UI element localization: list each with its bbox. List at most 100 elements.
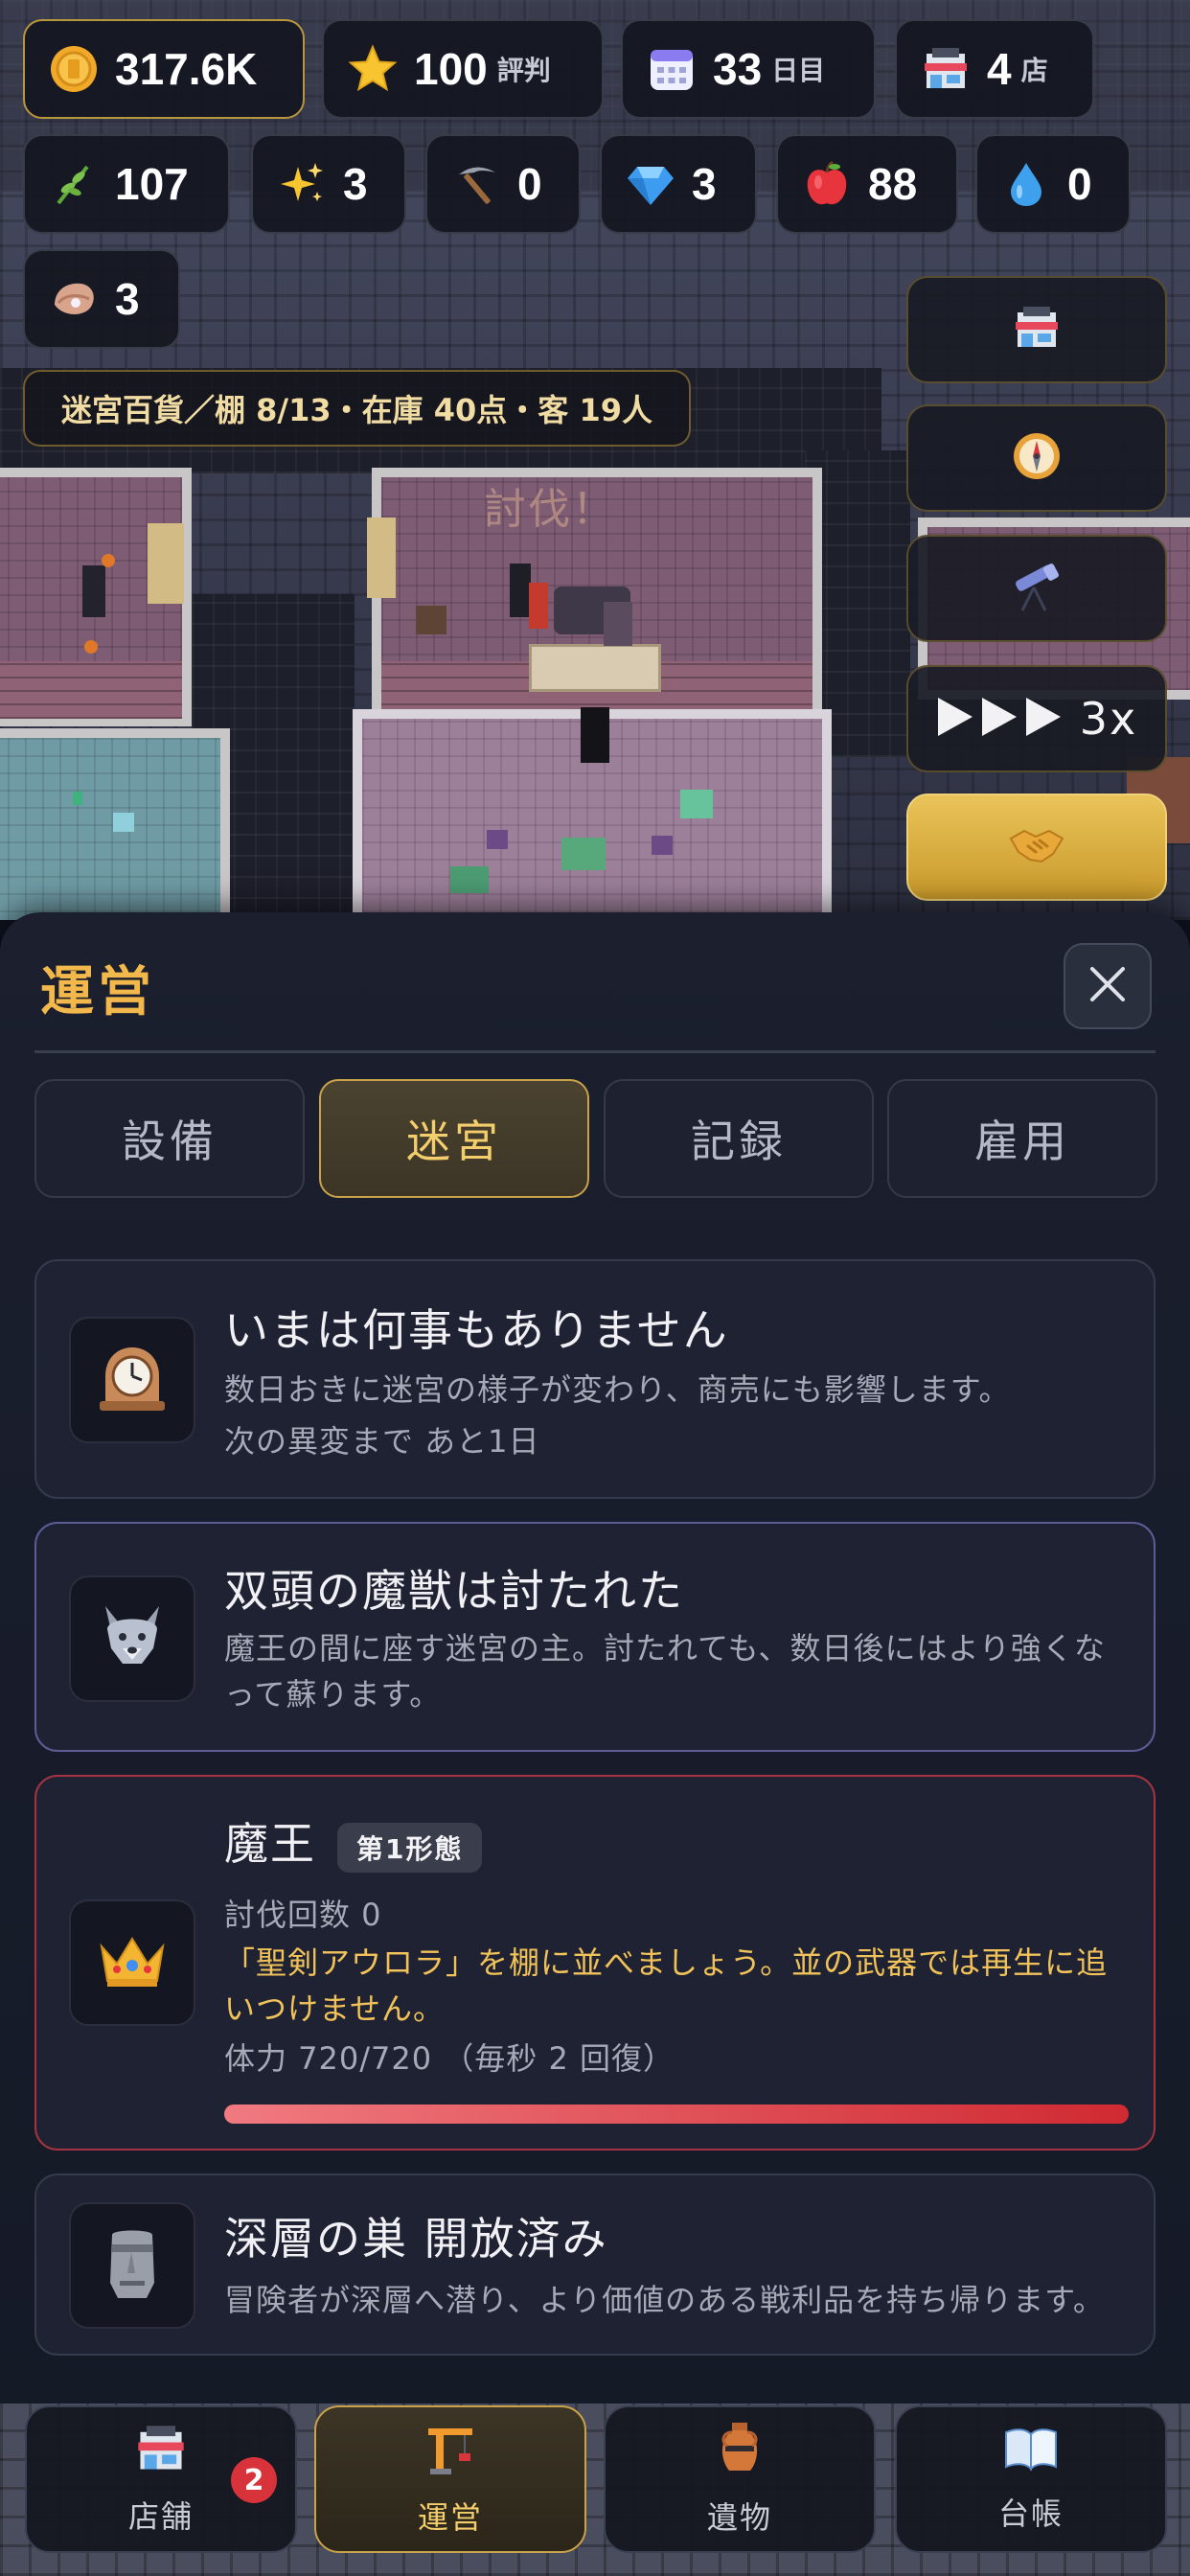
- item-sprite: [652, 836, 673, 855]
- crane-icon: [423, 2421, 478, 2484]
- gem-icon: [625, 158, 676, 210]
- boss-form-badge: 第1形態: [337, 1822, 483, 1873]
- gold-value: 317.6K: [115, 44, 258, 94]
- boss-card: 魔王 第1形態 討伐回数 0 「聖剣アウロラ」を棚に並べましょう。並の武器では再生…: [34, 1775, 1156, 2150]
- event-card: いまは何事もありません 数日おきに迷宮の様子が変わり、商売にも影響します。 次の…: [34, 1259, 1156, 1499]
- water-counter[interactable]: 0: [975, 134, 1131, 234]
- adventurer-sprite: [529, 583, 548, 629]
- adventurer-sprite: [510, 564, 531, 617]
- beast-icon-box: [69, 1576, 195, 1702]
- beast-description-line1: 魔王の間に座す迷宮の主。討たれても、数日後にはより強くな: [224, 1630, 1106, 1667]
- sparkle-value: 3: [343, 159, 368, 209]
- day-counter[interactable]: 33 日目: [621, 19, 876, 119]
- oyster-value: 3: [115, 274, 140, 324]
- event-icon-box: [69, 1317, 195, 1443]
- store-icon: [1012, 303, 1062, 356]
- boss-name: 魔王: [224, 1818, 316, 1870]
- shop-counter: [529, 644, 661, 692]
- crate-sprite: [416, 606, 446, 634]
- sparkle-counter[interactable]: 3: [251, 134, 406, 234]
- day-unit: 日目: [771, 55, 826, 86]
- nav-store-label: 店舗: [127, 2498, 194, 2535]
- nest-description: 冒険者が深層へ潜り、より価値のある戦利品を持ち帰ります。: [224, 2282, 1105, 2318]
- herb-value: 107: [115, 159, 189, 209]
- panel-divider: [34, 1050, 1156, 1053]
- water-value: 0: [1067, 159, 1092, 209]
- gem-counter[interactable]: 3: [600, 134, 757, 234]
- ore-counter[interactable]: 0: [425, 134, 581, 234]
- reputation-counter[interactable]: 100 評判: [322, 19, 604, 119]
- nav-ledger-label: 台帳: [997, 2496, 1064, 2532]
- room-label: 討伐！: [484, 485, 616, 534]
- gold-counter[interactable]: 317.6K: [23, 19, 305, 119]
- water-drop-icon: [1000, 158, 1052, 210]
- event-countdown: 次の異変まで あと1日: [224, 1423, 540, 1460]
- speed-toggle-button[interactable]: 3x: [906, 665, 1167, 772]
- compass-button[interactable]: [906, 404, 1167, 512]
- item-sprite: [487, 830, 508, 849]
- tab-dungeon[interactable]: 迷宮: [319, 1079, 589, 1198]
- store-counter[interactable]: 4 店: [895, 19, 1094, 119]
- ore-value: 0: [517, 159, 542, 209]
- food-value: 88: [868, 159, 918, 209]
- nav-relics-label: 遺物: [706, 2499, 772, 2536]
- monster-sprite: [604, 602, 632, 646]
- nav-management[interactable]: 運営: [314, 2405, 586, 2553]
- telescope-icon: [1009, 559, 1064, 618]
- shop-status-strip: 迷宮百貨／棚 8/13・在庫 40点・客 19人: [23, 370, 691, 447]
- close-icon: [1088, 965, 1127, 1007]
- boss-title-row: 魔王 第1形態: [224, 1809, 483, 1873]
- torch-sprite: [102, 554, 115, 567]
- crown-icon: [96, 1931, 169, 1994]
- boss-hp-bar: [224, 2104, 1129, 2124]
- book-icon: [1002, 2425, 1060, 2480]
- nav-ledger[interactable]: 台帳: [895, 2405, 1167, 2553]
- herb-counter[interactable]: 107: [23, 134, 230, 234]
- moai-icon: [99, 2225, 166, 2306]
- boss-hint-line2: いつけません。: [224, 1990, 446, 2027]
- mantel-clock-icon: [96, 1342, 169, 1418]
- management-panel: 運営 設備 迷宮 記録 雇用 いまは何事もありません 数日おきに迷宮の様子が変わ…: [0, 912, 1190, 2404]
- event-title: いまは何事もありません: [224, 1304, 729, 1356]
- tab-hiring[interactable]: 雇用: [887, 1079, 1157, 1198]
- oyster-counter[interactable]: 3: [23, 249, 180, 349]
- tab-facilities[interactable]: 設備: [34, 1079, 305, 1198]
- coin-icon: [48, 43, 100, 95]
- trade-button[interactable]: [906, 794, 1167, 901]
- close-button[interactable]: [1064, 943, 1152, 1029]
- star-icon: [347, 43, 399, 95]
- item-sprite: [680, 790, 713, 818]
- boss-hp-text: 体力 720/720 （毎秒 2 回復）: [224, 2040, 675, 2077]
- food-counter[interactable]: 88: [776, 134, 958, 234]
- store-icon: [132, 2422, 190, 2483]
- item-sprite: [561, 838, 606, 870]
- notification-badge: 2: [231, 2457, 277, 2503]
- amphora-icon: [716, 2421, 764, 2484]
- fast-forward-icon: [936, 694, 1080, 744]
- merchant-sprite: [581, 707, 609, 763]
- wolf-icon: [96, 1600, 169, 1677]
- item-sprite: [113, 813, 134, 832]
- boss-icon-box: [69, 1899, 195, 2026]
- pickaxe-icon: [450, 158, 502, 210]
- sparkle-icon: [276, 158, 328, 210]
- day-value: 33: [713, 44, 763, 94]
- crate-sprite: [367, 518, 396, 598]
- store-value: 4: [987, 44, 1012, 94]
- event-description: 数日おきに迷宮の様子が変わり、商売にも影響します。: [224, 1371, 1011, 1408]
- telescope-button[interactable]: [906, 535, 1167, 642]
- beast-title: 双頭の魔獣は討たれた: [224, 1565, 684, 1617]
- nav-relics[interactable]: 遺物: [604, 2405, 876, 2553]
- boss-hp-fill: [224, 2104, 1129, 2124]
- tab-records[interactable]: 記録: [604, 1079, 874, 1198]
- boss-defeat-count: 討伐回数 0: [224, 1897, 382, 1933]
- beast-description-line2: って蘇ります。: [224, 1676, 442, 1713]
- crate-sprite: [148, 523, 184, 604]
- boss-hint-line1: 「聖剣アウロラ」を棚に並べましょう。並の武器では再生に追: [224, 1944, 1109, 1981]
- gem-value: 3: [692, 159, 717, 209]
- reputation-value: 100: [414, 44, 488, 94]
- store-shortcut-button[interactable]: [906, 276, 1167, 383]
- nest-title: 深層の巣 開放済み: [224, 2213, 608, 2265]
- nest-icon-box: [69, 2202, 195, 2329]
- item-sprite: [450, 866, 489, 893]
